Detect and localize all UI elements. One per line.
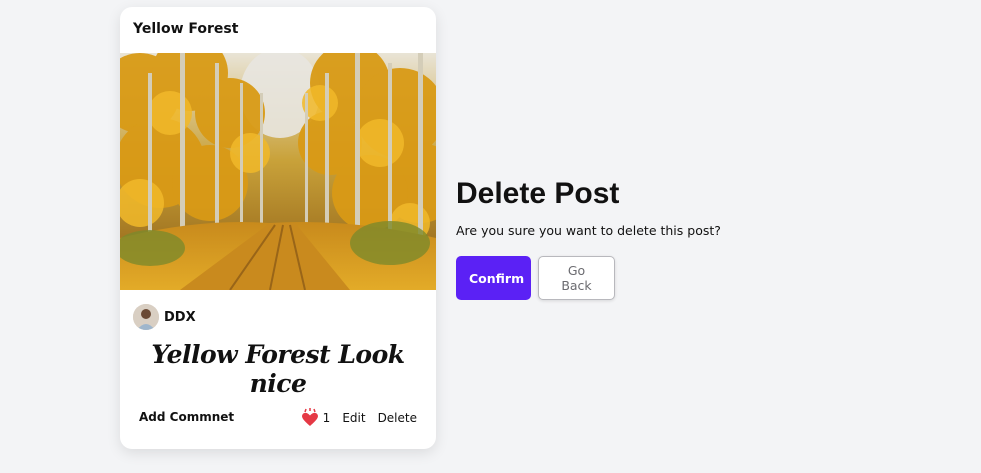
heart-icon (301, 408, 318, 426)
post-caption: Yellow Forest Look nice (151, 340, 405, 398)
avatar[interactable] (133, 304, 159, 330)
dialog-message: Are you sure you want to delete this pos… (456, 223, 721, 238)
like-count: 1 (322, 411, 331, 425)
go-back-button[interactable]: Go Back (538, 256, 615, 300)
delete-dialog: Delete Post Are you sure you want to del… (456, 175, 776, 300)
dialog-title: Delete Post (456, 177, 620, 210)
post-title: Yellow Forest (133, 21, 239, 37)
post-card: Yellow Forest DDX Yellow Forest Look nic… (120, 7, 436, 449)
post-footer: Add Commnet 1 Edit Delete (120, 405, 436, 431)
add-comment-button[interactable]: Add Commnet (139, 410, 234, 424)
forest-photo (120, 53, 436, 290)
post-image (120, 53, 436, 290)
user-avatar-icon (133, 304, 159, 330)
post-author[interactable]: DDX (133, 304, 196, 330)
edit-button[interactable]: Edit (342, 411, 365, 425)
confirm-button[interactable]: Confirm (456, 256, 531, 300)
like-button[interactable]: 1 (300, 408, 331, 428)
author-name[interactable]: DDX (164, 310, 196, 325)
post-actions: 1 Edit Delete (300, 405, 417, 431)
delete-button[interactable]: Delete (378, 411, 417, 425)
dialog-buttons: Confirm Go Back (456, 256, 776, 300)
